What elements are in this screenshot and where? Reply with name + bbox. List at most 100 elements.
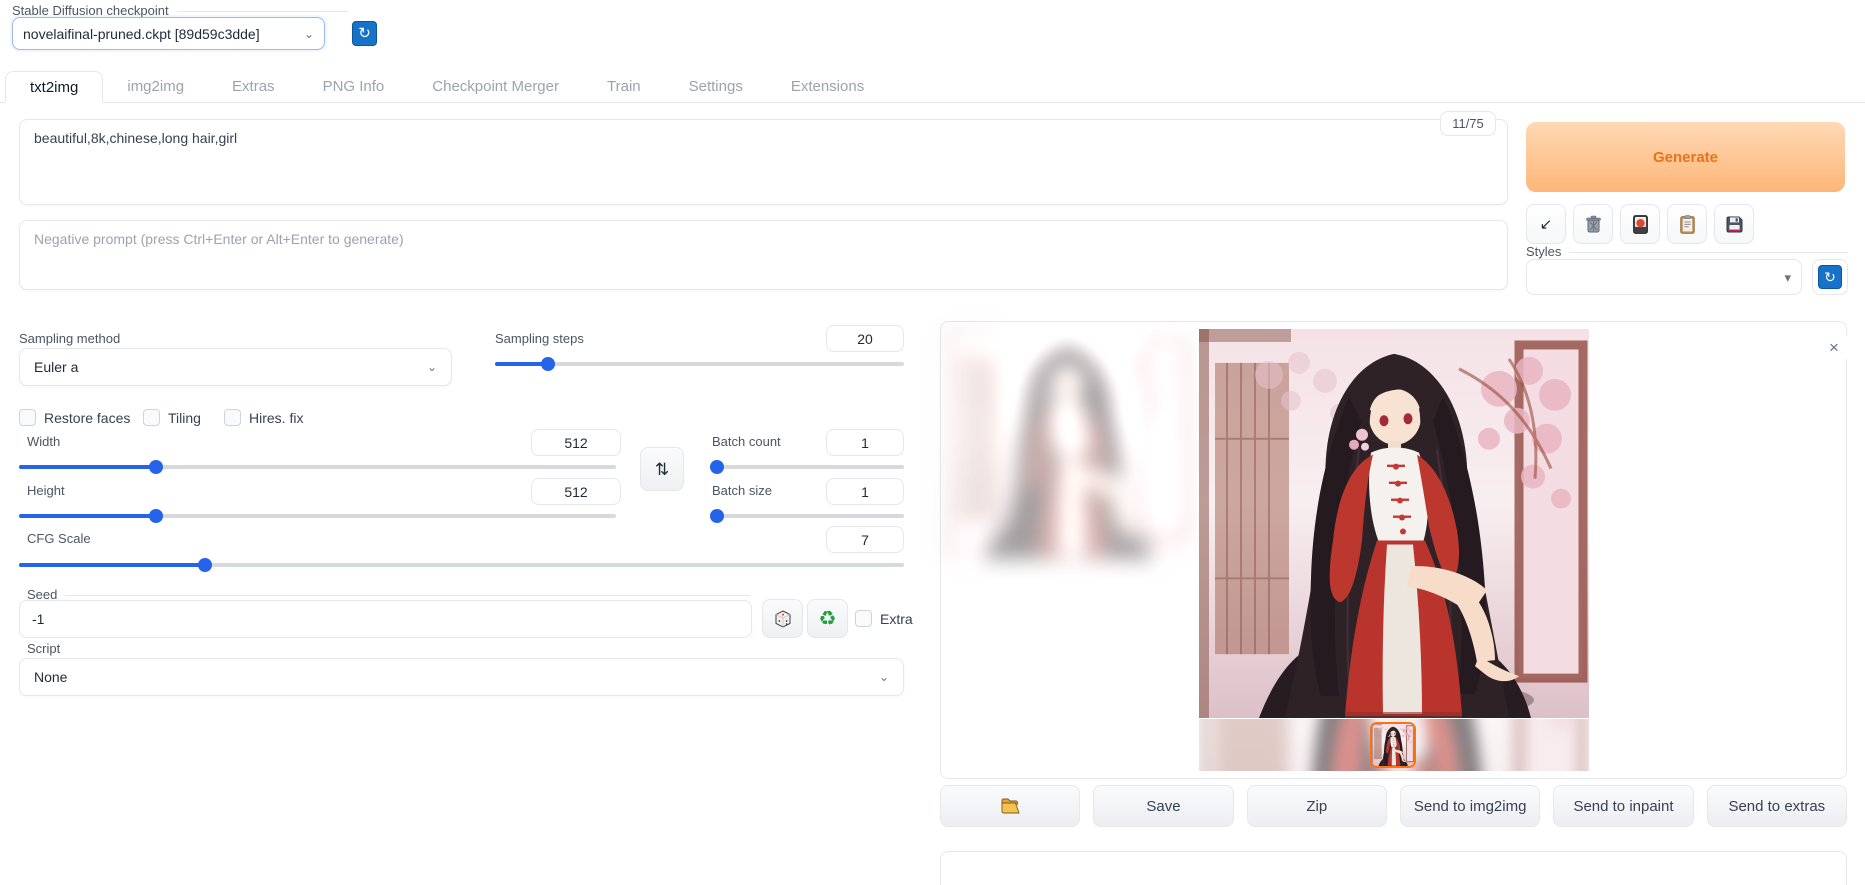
tab-checkpoint-merger[interactable]: Checkpoint Merger [408,71,583,102]
batch-count-input[interactable]: 1 [826,429,904,456]
paste-generation-params-button[interactable]: ↙ [1526,204,1566,244]
send-to-extras-button[interactable]: Send to extras [1707,785,1847,827]
label-rule [65,595,750,596]
slider-thumb[interactable] [541,357,555,371]
negative-prompt-input[interactable] [19,220,1508,290]
prompt-tools-row: ↙ [1526,204,1754,244]
seed-extra-checkbox[interactable]: Extra [855,610,913,627]
restore-faces-label: Restore faces [44,410,130,426]
clipboard-icon [1680,215,1695,234]
open-output-folder-button[interactable] [940,785,1080,827]
height-input[interactable]: 512 [531,478,621,505]
slider-thumb[interactable] [149,509,163,523]
label-rule [1569,252,1848,253]
clear-prompt-button[interactable] [1573,204,1613,244]
gallery-blurred-preview [947,331,1187,559]
cfg-scale-slider[interactable] [19,558,904,572]
styles-select[interactable]: ▾ [1526,259,1802,295]
tiling-label: Tiling [168,410,201,426]
slider-thumb[interactable] [198,558,212,572]
checkbox-box[interactable] [143,409,160,426]
generated-image-art [1199,329,1589,718]
extra-networks-button[interactable] [1620,204,1660,244]
chevron-down-icon: ⌄ [427,361,437,373]
sampling-method-value: Euler a [34,359,78,375]
seed-extra-label: Extra [880,611,913,627]
checkbox-box[interactable] [224,409,241,426]
gallery-thumbnail-selected[interactable] [1370,722,1416,768]
tab-train[interactable]: Train [583,71,665,102]
seed-input[interactable] [19,600,752,638]
script-label: Script [27,641,60,656]
send-to-inpaint-button[interactable]: Send to inpaint [1553,785,1693,827]
tab-extensions[interactable]: Extensions [767,71,888,102]
checkpoint-label-row: Stable Diffusion checkpoint [12,3,348,18]
checkpoint-label: Stable Diffusion checkpoint [12,3,169,18]
save-button[interactable]: Save [1093,785,1233,827]
batch-size-slider[interactable] [711,509,904,523]
token-counter: 11/75 [1440,111,1496,136]
sampling-steps-input[interactable]: 20 [826,325,904,352]
tab-extras[interactable]: Extras [208,71,299,102]
generated-image-art [1372,724,1414,766]
sampling-steps-label: Sampling steps [495,331,584,346]
generated-image-art [947,331,1187,559]
chevron-down-icon: ⌄ [879,671,889,683]
batch-count-slider[interactable] [711,460,904,474]
script-select[interactable]: None ⌄ [19,658,904,696]
close-icon: × [1829,339,1839,356]
script-value: None [34,669,67,685]
main-tabbar: txt2img img2img Extras PNG Info Checkpoi… [0,71,1865,103]
generate-button[interactable]: Generate [1526,122,1845,192]
caret-down-icon: ▾ [1784,271,1791,284]
gallery-close-button[interactable]: × [1820,333,1848,361]
send-to-img2img-button[interactable]: Send to img2img [1400,785,1540,827]
width-label: Width [27,434,60,449]
chevron-down-icon: ⌄ [304,28,314,40]
batch-size-input[interactable]: 1 [826,478,904,505]
width-input[interactable]: 512 [531,429,621,456]
folder-icon [1001,798,1020,814]
recycle-icon: ♻ [819,609,837,629]
generated-image[interactable] [1199,329,1589,718]
trash-icon [1585,215,1602,233]
height-slider[interactable] [19,509,616,523]
styles-label-row: Styles [1526,244,1848,259]
cfg-scale-label: CFG Scale [27,531,91,546]
tab-png-info[interactable]: PNG Info [299,71,409,102]
floppy-disk-icon [1726,216,1743,233]
checkpoint-select[interactable]: novelaifinal-pruned.ckpt [89d59c3dde] ⌄ [12,17,325,50]
tab-img2img[interactable]: img2img [103,71,208,102]
hires-fix-checkbox[interactable]: Hires. fix [224,409,303,426]
flower-card-icon [1633,215,1648,234]
tab-txt2img[interactable]: txt2img [5,71,103,103]
checkbox-box[interactable] [855,610,872,627]
restore-faces-checkbox[interactable]: Restore faces [19,409,130,426]
label-rule [177,11,348,12]
tab-settings[interactable]: Settings [665,71,767,102]
width-slider[interactable] [19,460,616,474]
prompt-input[interactable]: beautiful,8k,chinese,long hair,girl [19,119,1508,205]
reuse-seed-button[interactable]: ♻ [807,599,848,638]
swap-arrows-icon: ⇅ [655,461,669,478]
dice-icon [775,610,791,628]
slider-thumb[interactable] [710,460,724,474]
slider-thumb[interactable] [149,460,163,474]
stable-diffusion-webui: Stable Diffusion checkpoint novelaifinal… [0,0,1865,885]
swap-width-height-button[interactable]: ⇅ [640,447,684,491]
slider-thumb[interactable] [710,509,724,523]
cfg-scale-input[interactable]: 7 [826,526,904,553]
save-style-button[interactable] [1714,204,1754,244]
tiling-checkbox[interactable]: Tiling [143,409,201,426]
sampling-method-select[interactable]: Euler a ⌄ [19,348,452,386]
styles-refresh-button[interactable]: ↻ [1812,259,1848,295]
batch-size-label: Batch size [712,483,772,498]
apply-styles-button[interactable] [1667,204,1707,244]
sampling-steps-slider[interactable] [495,357,904,371]
checkpoint-refresh-button[interactable]: ↻ [352,21,377,46]
checkbox-box[interactable] [19,409,36,426]
zip-button[interactable]: Zip [1247,785,1387,827]
random-seed-button[interactable] [762,599,803,638]
generation-info-box [940,851,1847,885]
sampling-method-label: Sampling method [19,331,120,346]
